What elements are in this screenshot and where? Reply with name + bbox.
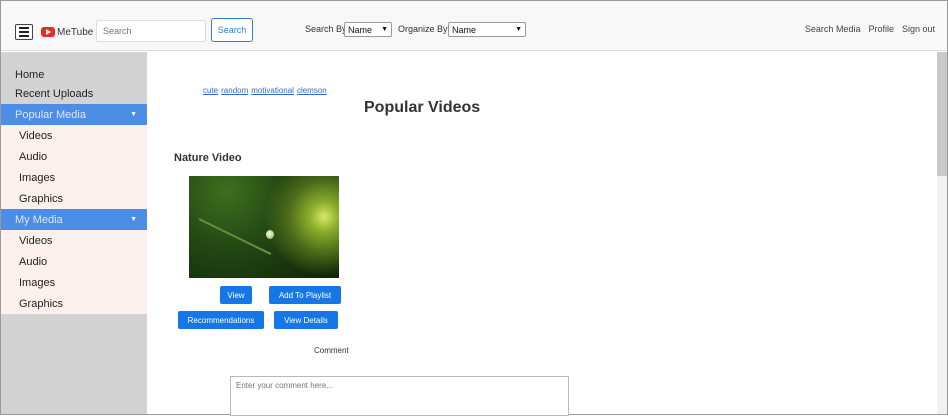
- sidebar-item-popular-audio[interactable]: Audio: [1, 146, 147, 167]
- video-title: Nature Video: [174, 152, 242, 164]
- thumbnail-grass-stem: [198, 218, 272, 255]
- dropdown-arrow-icon: ▼: [381, 26, 388, 33]
- page-title: Popular Videos: [364, 99, 481, 116]
- sidebar-item-popular-graphics[interactable]: Graphics: [1, 188, 147, 209]
- scrollbar-thumb[interactable]: [937, 52, 947, 176]
- search-button[interactable]: Search: [211, 18, 253, 42]
- sidebar-my-media-header[interactable]: My Media ▼: [1, 209, 147, 230]
- sidebar-my-media-label: My Media: [15, 213, 63, 226]
- youtube-play-icon: [41, 27, 55, 37]
- sidebar-item-home[interactable]: Home: [1, 64, 147, 85]
- sidebar-item-my-graphics[interactable]: Graphics: [1, 293, 147, 314]
- sidebar: Home Recent Uploads Popular Media ▼ Vide…: [1, 52, 147, 414]
- app-logo[interactable]: MeTube: [41, 25, 93, 39]
- app-name: MeTube: [57, 26, 94, 38]
- recommendations-button[interactable]: Recommendations: [178, 311, 264, 329]
- sidebar-item-recent-uploads[interactable]: Recent Uploads: [1, 83, 147, 104]
- sidebar-item-popular-videos[interactable]: Videos: [1, 125, 147, 146]
- view-button[interactable]: View: [220, 286, 252, 304]
- top-navbar: MeTube Search Search By: Name ▼ Organize…: [1, 1, 947, 51]
- view-details-button[interactable]: View Details: [274, 311, 338, 329]
- sidebar-item-popular-images[interactable]: Images: [1, 167, 147, 188]
- nav-links: Search Media Profile Sign out: [805, 24, 935, 34]
- search-input[interactable]: [96, 20, 206, 42]
- sidebar-popular-media-header[interactable]: Popular Media ▼: [1, 104, 147, 125]
- nav-profile[interactable]: Profile: [868, 24, 894, 34]
- tag-links: cute random motivational clemson: [203, 86, 327, 95]
- caret-down-icon: ▼: [130, 111, 137, 118]
- comment-input[interactable]: [230, 376, 569, 416]
- organize-by-value: Name: [452, 24, 477, 35]
- caret-down-icon: ▼: [130, 216, 137, 223]
- search-by-value: Name: [348, 24, 373, 35]
- sidebar-popular-media-label: Popular Media: [15, 108, 86, 121]
- thumbnail-water-drop: [266, 230, 274, 239]
- nav-search-media[interactable]: Search Media: [805, 24, 861, 34]
- sidebar-item-my-images[interactable]: Images: [1, 272, 147, 293]
- dropdown-arrow-icon: ▼: [515, 26, 522, 33]
- organize-by-select[interactable]: Name ▼: [448, 22, 526, 37]
- tag-link[interactable]: random: [221, 86, 248, 95]
- search-by-label: Search By:: [305, 24, 350, 34]
- video-thumbnail[interactable]: [189, 176, 339, 278]
- tag-link[interactable]: cute: [203, 86, 218, 95]
- comment-label: Comment: [314, 346, 349, 355]
- nav-sign-out[interactable]: Sign out: [902, 24, 935, 34]
- add-to-playlist-button[interactable]: Add To Playlist: [269, 286, 341, 304]
- search-by-select[interactable]: Name ▼: [344, 22, 392, 37]
- sidebar-item-my-audio[interactable]: Audio: [1, 251, 147, 272]
- sidebar-item-my-videos[interactable]: Videos: [1, 230, 147, 251]
- tag-link[interactable]: clemson: [297, 86, 327, 95]
- tag-link[interactable]: motivational: [251, 86, 294, 95]
- organize-by-label: Organize By:: [398, 24, 451, 34]
- menu-toggle-icon[interactable]: [15, 24, 33, 40]
